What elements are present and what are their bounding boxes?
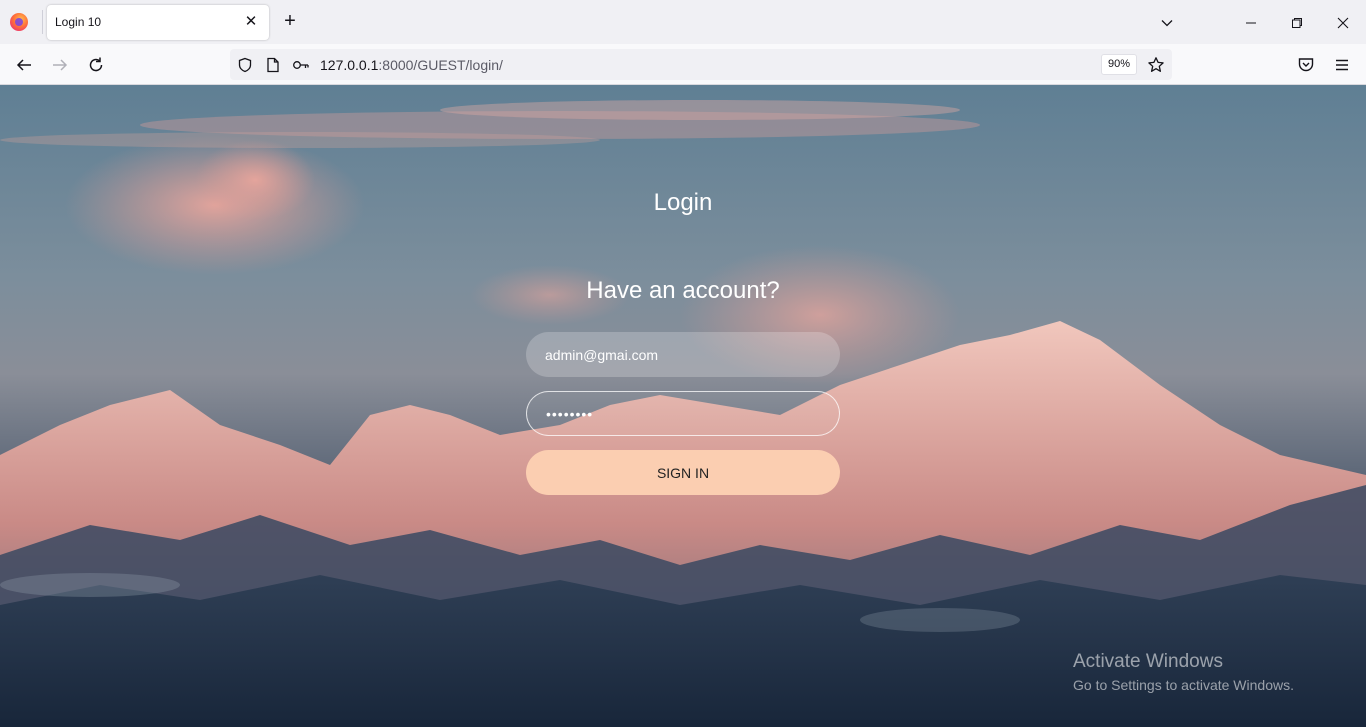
url-text[interactable]: 127.0.0.1:8000/GUEST/login/ — [320, 57, 503, 73]
minimize-icon[interactable] — [1228, 0, 1274, 44]
restore-icon[interactable] — [1274, 0, 1320, 44]
url-path: :8000/GUEST/login/ — [378, 57, 503, 73]
star-icon[interactable] — [1145, 53, 1167, 75]
login-page: Login Have an account? SIGN IN Activate … — [0, 85, 1366, 727]
key-icon[interactable] — [290, 53, 312, 75]
firefox-logo-icon — [10, 13, 28, 31]
sign-in-button[interactable]: SIGN IN — [526, 450, 840, 495]
zoom-level-badge[interactable]: 90% — [1101, 54, 1137, 75]
email-field[interactable] — [526, 332, 840, 377]
page-title: Login — [653, 189, 713, 216]
tab-login[interactable]: Login 10 ✕ — [47, 5, 269, 40]
page-icon[interactable] — [262, 53, 284, 75]
forward-arrow-icon[interactable] — [48, 53, 72, 77]
tab-separator — [42, 10, 43, 34]
tab-bar: Login 10 ✕ + — [0, 0, 1366, 44]
hamburger-menu-icon[interactable] — [1330, 53, 1354, 77]
window-close-icon[interactable] — [1320, 0, 1366, 44]
tab-list-chevron-icon[interactable] — [1144, 0, 1190, 44]
password-field[interactable] — [526, 391, 840, 436]
navigation-toolbar: 127.0.0.1:8000/GUEST/login/ 90% — [0, 44, 1366, 85]
activate-windows-title: Activate Windows — [1073, 651, 1223, 672]
pocket-icon[interactable] — [1294, 53, 1318, 77]
tab-title: Login 10 — [55, 15, 102, 29]
tab-close-icon[interactable]: ✕ — [241, 12, 261, 32]
reload-icon[interactable] — [84, 53, 108, 77]
new-tab-icon[interactable]: + — [279, 11, 301, 33]
url-host: 127.0.0.1 — [320, 57, 379, 73]
have-account-heading: Have an account? — [586, 277, 780, 304]
back-arrow-icon[interactable] — [12, 53, 36, 77]
url-bar[interactable]: 127.0.0.1:8000/GUEST/login/ 90% — [230, 49, 1172, 80]
shield-icon[interactable] — [234, 53, 256, 75]
activate-windows-subtitle: Go to Settings to activate Windows. — [1073, 677, 1294, 693]
